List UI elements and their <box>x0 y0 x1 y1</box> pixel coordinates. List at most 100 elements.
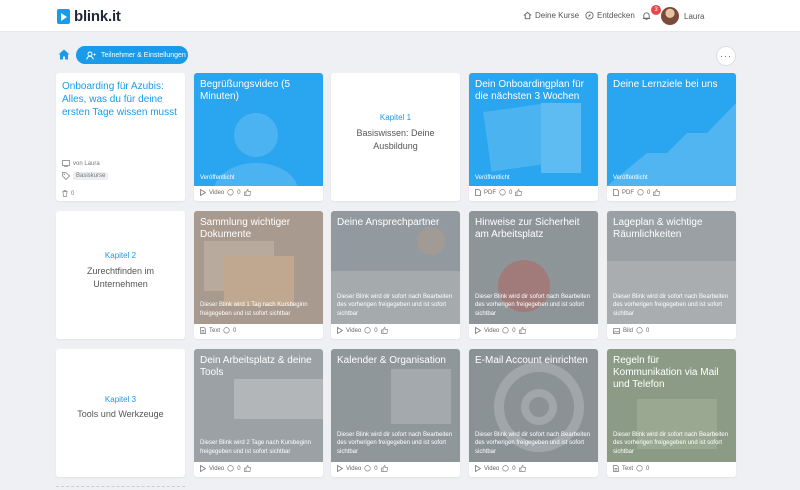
blink-comment-count: 0 <box>374 327 378 334</box>
blink-footer: PDF 0 <box>613 189 661 196</box>
nav-entdecken[interactable]: Entdecken <box>585 11 635 20</box>
blink-logo-icon <box>57 9 70 24</box>
blink-card[interactable]: E-Mail Account einrichten Dieser Blink w… <box>469 349 598 477</box>
blink-release-info: Dieser Blink wird dir sofort nach Bearbe… <box>337 293 453 317</box>
course-author-label: von Laura <box>73 160 100 167</box>
notification-badge: 3 <box>651 5 661 15</box>
blink-type: PDF <box>622 189 634 196</box>
blink-card[interactable]: Hinweise zur Sicherheit am Arbeitsplatz … <box>469 211 598 339</box>
comment-icon[interactable] <box>502 327 509 334</box>
blink-thumbnail: Begrüßungsvideo (5 Minuten) Veröffentlic… <box>194 73 323 186</box>
blink-card[interactable]: Deine Ansprechpartner Dieser Blink wird … <box>331 211 460 339</box>
blink-card[interactable]: Regeln für Kommunikation via Mail und Te… <box>607 349 736 477</box>
blink-title: Deine Ansprechpartner <box>337 217 440 228</box>
course-author: von Laura <box>62 160 100 167</box>
thumbs-up-icon[interactable] <box>243 465 251 472</box>
blink-footer: Video 0 <box>337 327 388 334</box>
nav-entdecken-label: Entdecken <box>597 11 635 20</box>
blink-title: Begrüßungsvideo (5 Minuten) <box>200 79 291 102</box>
blink-release-info: Dieser Blink wird 1 Tag nach Kursbeginn … <box>200 302 308 317</box>
compass-icon <box>585 11 594 20</box>
blink-type: Video <box>484 327 500 334</box>
chapter-number: Kapitel 2 <box>104 251 137 260</box>
add-chapter-placeholder[interactable] <box>56 486 185 490</box>
blink-comment-count: 0 <box>512 327 516 334</box>
logo[interactable]: blink.it <box>57 8 121 25</box>
chapter-name: Tools und Werkzeuge <box>77 409 164 419</box>
nav-deine-kurse[interactable]: Deine Kurse <box>523 11 579 20</box>
participants-settings-button[interactable]: Teilnehmer & Einstellungen <box>76 46 188 64</box>
course-title: Onboarding für Azubis: Alles, was du für… <box>62 81 177 118</box>
comment-icon[interactable] <box>636 465 643 472</box>
blink-comment-count: 0 <box>646 465 650 472</box>
trash-icon[interactable] <box>62 190 68 197</box>
thumbs-up-icon[interactable] <box>518 465 526 472</box>
blink-footer: Text 0 <box>613 465 649 472</box>
play-icon <box>475 327 481 334</box>
blink-status: Veröffentlicht <box>613 175 648 181</box>
blink-release-info: Dieser Blink wird dir sofort nach Bearbe… <box>613 293 729 317</box>
blink-footer: Video 0 <box>200 189 251 196</box>
blink-thumbnail: Sammlung wichtiger Dokumente Dieser Blin… <box>194 211 323 324</box>
chapter-number: Kapitel 3 <box>104 395 137 404</box>
blink-comment-count: 0 <box>237 465 241 472</box>
thumbs-up-icon[interactable] <box>515 189 523 196</box>
comment-icon[interactable] <box>223 327 230 334</box>
blink-card[interactable]: Sammlung wichtiger Dokumente Dieser Blin… <box>194 211 323 339</box>
avatar[interactable] <box>661 7 679 25</box>
course-tag: Basiskurse <box>62 172 109 180</box>
blink-card[interactable]: Lageplan & wichtige Räumlichkeiten Diese… <box>607 211 736 339</box>
play-icon <box>337 327 343 334</box>
comment-icon[interactable] <box>502 465 509 472</box>
comment-icon[interactable] <box>499 189 506 196</box>
comment-icon[interactable] <box>227 189 234 196</box>
blink-type: Bild <box>623 327 634 334</box>
comment-icon[interactable] <box>364 465 371 472</box>
chapter-number: Kapitel 1 <box>379 113 412 122</box>
more-options-button[interactable]: ··· <box>716 46 736 66</box>
blink-type: Video <box>209 465 225 472</box>
tag-icon <box>62 172 70 180</box>
bell-icon[interactable] <box>642 11 651 21</box>
logo-text: blink.it <box>74 8 121 25</box>
blink-card[interactable]: Dein Arbeitsplatz & deine Tools Dieser B… <box>194 349 323 477</box>
comment-icon[interactable] <box>637 189 644 196</box>
blink-card[interactable]: Kalender & Organisation Dieser Blink wir… <box>331 349 460 477</box>
blink-type: Video <box>346 465 362 472</box>
blink-thumbnail: Hinweise zur Sicherheit am Arbeitsplatz … <box>469 211 598 324</box>
blink-card[interactable]: Dein Onboardingplan für die nächsten 3 W… <box>469 73 598 201</box>
thumbs-up-icon[interactable] <box>518 327 526 334</box>
author-icon <box>62 160 70 167</box>
blink-footer: PDF 0 <box>475 189 523 196</box>
play-icon <box>475 465 481 472</box>
comment-icon[interactable] <box>227 465 234 472</box>
home-icon <box>523 11 532 20</box>
home-icon <box>58 49 69 60</box>
chapter-card-1[interactable]: Kapitel 1 Basiswissen: Deine Ausbildung <box>331 73 460 201</box>
blink-card[interactable]: Deine Lernziele bei uns Veröffentlicht P… <box>607 73 736 201</box>
thumbs-up-icon[interactable] <box>380 465 388 472</box>
blink-footer: Video 0 <box>475 327 526 334</box>
chapter-card-3[interactable]: Kapitel 3 Tools und Werkzeuge <box>56 349 185 477</box>
blink-release-info: Dieser Blink wird dir sofort nach Bearbe… <box>337 431 453 455</box>
blink-footer: Bild 0 <box>613 327 649 334</box>
image-icon <box>613 327 620 334</box>
text-document-icon <box>613 465 619 472</box>
comment-icon[interactable] <box>636 327 643 334</box>
blink-title: Hinweise zur Sicherheit am Arbeitsplatz <box>475 217 580 240</box>
home-button[interactable] <box>56 47 71 62</box>
blink-card[interactable]: Begrüßungsvideo (5 Minuten) Veröffentlic… <box>194 73 323 201</box>
blink-thumbnail: E-Mail Account einrichten Dieser Blink w… <box>469 349 598 462</box>
course-info-card[interactable]: Onboarding für Azubis: Alles, was du für… <box>56 73 185 201</box>
blink-release-info: Dieser Blink wird dir sofort nach Bearbe… <box>475 293 591 317</box>
play-icon <box>337 465 343 472</box>
comment-icon[interactable] <box>364 327 371 334</box>
thumbs-up-icon[interactable] <box>653 189 661 196</box>
thumbs-up-icon[interactable] <box>380 327 388 334</box>
blink-comment-count: 0 <box>646 327 650 334</box>
blink-thumbnail: Lageplan & wichtige Räumlichkeiten Diese… <box>607 211 736 324</box>
chapter-card-2[interactable]: Kapitel 2 Zurechtfinden im Unternehmen <box>56 211 185 339</box>
thumbs-up-icon[interactable] <box>243 189 251 196</box>
user-name[interactable]: Laura <box>684 12 704 21</box>
blink-title: Dein Arbeitsplatz & deine Tools <box>200 355 312 378</box>
